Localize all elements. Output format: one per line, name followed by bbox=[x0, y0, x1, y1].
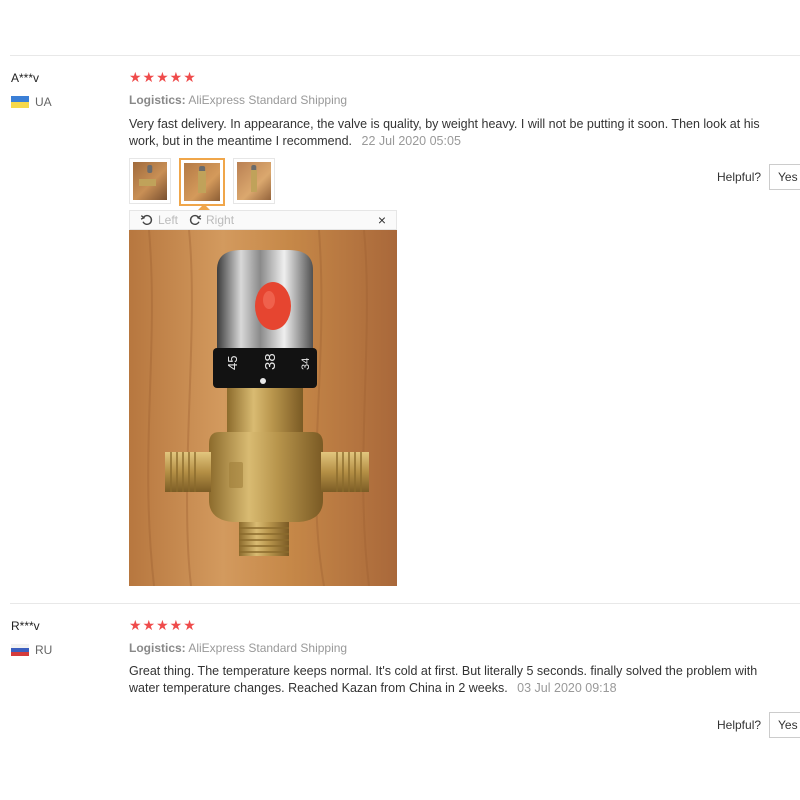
rotate-right-label: Right bbox=[206, 213, 235, 227]
valve-photo-thumb bbox=[237, 162, 271, 200]
photo-thumbnail-1[interactable] bbox=[129, 158, 171, 204]
close-viewer-button[interactable]: × bbox=[378, 212, 386, 228]
review-date: 22 Jul 2020 05:05 bbox=[361, 134, 461, 148]
rotate-left-button[interactable]: Left bbox=[140, 213, 178, 227]
photo-thumbnails bbox=[129, 158, 275, 206]
reviewer-name: R***v bbox=[11, 619, 40, 633]
top-divider bbox=[10, 55, 800, 56]
helpful-label: Helpful? bbox=[717, 718, 762, 732]
dial-number-34: 34 bbox=[300, 358, 312, 370]
rotate-right-icon bbox=[189, 214, 202, 226]
helpful-vote: Helpful? Yes bbox=[717, 712, 800, 738]
review-date: 03 Jul 2020 09:18 bbox=[517, 681, 617, 695]
country-code: UA bbox=[35, 95, 52, 109]
country-code: RU bbox=[35, 643, 53, 657]
rotate-left-label: Left bbox=[158, 213, 179, 227]
star-rating: ★★★★★ bbox=[129, 69, 197, 85]
reviewer-country: RU bbox=[11, 643, 52, 657]
star-rating: ★★★★★ bbox=[129, 617, 197, 633]
review-body: Great thing. The temperature keeps norma… bbox=[129, 664, 758, 695]
logistics-value: AliExpress Standard Shipping bbox=[188, 93, 348, 107]
helpful-yes-button[interactable]: Yes bbox=[769, 164, 800, 190]
helpful-vote: Helpful? Yes bbox=[717, 164, 800, 190]
valve-photo-thumb bbox=[133, 162, 167, 200]
review-divider bbox=[10, 603, 800, 604]
russia-flag-icon bbox=[11, 644, 29, 656]
dial-number-45: 45 bbox=[225, 356, 240, 370]
dial-number-38: 38 bbox=[262, 353, 279, 370]
reviewer-name: A***v bbox=[11, 71, 40, 85]
review-text: Very fast delivery. In appearance, the v… bbox=[129, 116, 789, 150]
enlarged-product-photo: 45 38 34 bbox=[129, 230, 397, 606]
photo-viewer-toolbar: Left Right × bbox=[129, 210, 397, 230]
logistics-info: Logistics: AliExpress Standard Shipping bbox=[129, 641, 347, 655]
logistics-label: Logistics: bbox=[129, 641, 186, 655]
rotate-left-icon bbox=[140, 214, 153, 226]
logistics-info: Logistics: AliExpress Standard Shipping bbox=[129, 93, 347, 107]
valve-photo-thumb bbox=[184, 163, 220, 201]
review-text: Great thing. The temperature keeps norma… bbox=[129, 663, 789, 697]
reviewer-country: UA bbox=[11, 95, 52, 109]
logistics-value: AliExpress Standard Shipping bbox=[188, 641, 348, 655]
logistics-label: Logistics: bbox=[129, 93, 186, 107]
ukraine-flag-icon bbox=[11, 96, 29, 108]
helpful-yes-button[interactable]: Yes bbox=[769, 712, 800, 738]
thermostatic-valve-image: 45 38 34 bbox=[129, 230, 397, 587]
photo-thumbnail-2-active[interactable] bbox=[179, 158, 225, 206]
rotate-right-button[interactable]: Right bbox=[188, 213, 234, 227]
helpful-label: Helpful? bbox=[717, 170, 762, 184]
photo-thumbnail-3[interactable] bbox=[233, 158, 275, 204]
